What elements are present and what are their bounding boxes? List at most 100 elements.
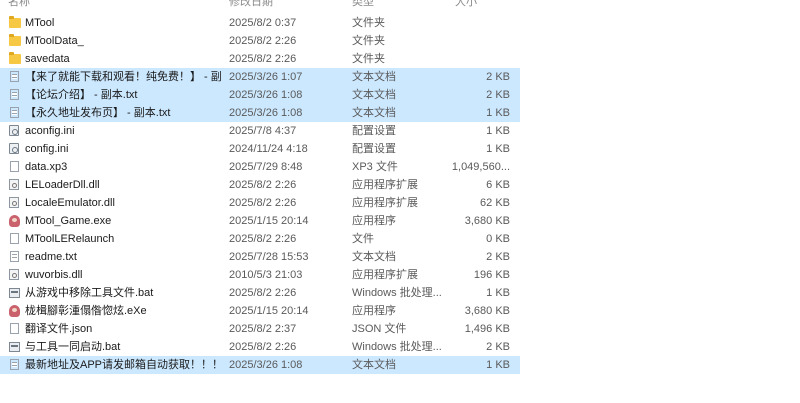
- file-date: 2025/1/15 20:14: [229, 305, 309, 317]
- file-name: readme.txt: [25, 251, 77, 263]
- file-name: 【永久地址发布页】 - 副本.txt: [25, 107, 171, 119]
- file-name: aconfig.ini: [25, 125, 75, 137]
- column-header-type[interactable]: 类型: [352, 0, 374, 9]
- file-name: MTool_Game.exe: [25, 215, 112, 227]
- file-type: 配置设置: [352, 143, 396, 155]
- blank-file-icon: [10, 233, 19, 244]
- file-row[interactable]: 与工具一同启动.bat 2025/8/2 2:26 Windows 批处理... 2 …: [0, 338, 520, 356]
- file-row[interactable]: config.ini 2024/11/24 4:18 配置设置 1 KB: [0, 140, 520, 158]
- file-row[interactable]: LELoaderDll.dll 2025/8/2 2:26 应用程序扩展 6 KB: [0, 176, 520, 194]
- column-header-date[interactable]: 修改日期: [229, 0, 273, 9]
- file-size: 2 KB: [486, 89, 510, 101]
- file-row[interactable]: 从游戏中移除工具文件.bat 2025/8/2 2:26 Windows 批处理..…: [0, 284, 520, 302]
- file-row[interactable]: wuvorbis.dll 2010/5/3 21:03 应用程序扩展 196 KB: [0, 266, 520, 284]
- file-date: 2025/7/29 8:48: [229, 161, 303, 173]
- file-type: JSON 文件: [352, 323, 407, 335]
- file-date: 2025/8/2 2:26: [229, 197, 297, 209]
- file-date: 2024/11/24 4:18: [229, 143, 308, 155]
- file-date: 2025/3/26 1:08: [229, 107, 303, 119]
- file-size: 3,680 KB: [464, 215, 510, 227]
- file-row[interactable]: data.xp3 2025/7/29 8:48 XP3 文件 1,049,560...: [0, 158, 520, 176]
- file-name: 与工具一同启动.bat: [25, 341, 121, 353]
- file-row[interactable]: 【永久地址发布页】 - 副本.txt 2025/3/26 1:08 文本文档 1 KB: [0, 104, 520, 122]
- file-name: MToolData_: [25, 35, 84, 47]
- exe-file-icon: [9, 215, 20, 227]
- folder-icon: [9, 16, 21, 28]
- file-type: 文本文档: [352, 251, 396, 263]
- file-type: 应用程序扩展: [352, 269, 418, 281]
- file-name: savedata: [25, 53, 70, 65]
- file-name: 最新地址及APP请发邮箱自动获取！！！...: [25, 359, 221, 371]
- text-file-icon: [10, 71, 19, 82]
- file-size: 1,049,560...: [451, 161, 510, 173]
- blank-file-icon: [10, 161, 19, 172]
- file-row[interactable]: MTool_Game.exe 2025/1/15 20:14 应用程序 3,680 K…: [0, 212, 520, 230]
- file-type: Windows 批处理...: [352, 287, 442, 299]
- file-row[interactable]: LocaleEmulator.dll 2025/8/2 2:26 应用程序扩展 62 …: [0, 194, 520, 212]
- file-row[interactable]: 栊楫腳彰湩傝偺惚炫.eXe 2025/1/15 20:14 应用程序 3,680 KB: [0, 302, 520, 320]
- text-file-icon: [10, 107, 19, 118]
- file-date: 2025/8/2 2:26: [229, 179, 297, 191]
- folder-icon: [9, 52, 21, 64]
- file-type: 应用程序: [352, 305, 396, 317]
- file-row[interactable]: savedata 2025/8/2 2:26 文件夹: [0, 50, 520, 68]
- file-size: 2 KB: [486, 341, 510, 353]
- file-type: 应用程序扩展: [352, 179, 418, 191]
- file-date: 2025/8/2 2:26: [229, 35, 297, 47]
- file-date: 2025/8/2 0:37: [229, 17, 297, 29]
- folder-icon: [9, 34, 21, 46]
- dll-file-icon: [9, 179, 19, 190]
- file-size: 1,496 KB: [464, 323, 510, 335]
- file-name: 【来了就能下载和观看！纯免费！】 - 副...: [25, 71, 221, 83]
- file-size: 3,680 KB: [464, 305, 510, 317]
- file-date: 2025/8/2 2:26: [229, 53, 297, 65]
- file-name: config.ini: [25, 143, 69, 155]
- file-size: 196 KB: [473, 269, 510, 281]
- file-type: Windows 批处理...: [352, 341, 442, 353]
- file-type: 应用程序: [352, 215, 396, 227]
- file-row[interactable]: 最新地址及APP请发邮箱自动获取！！！... 2025/3/26 1:08 文本文档…: [0, 356, 520, 374]
- file-size: 1 KB: [486, 125, 510, 137]
- file-row[interactable]: readme.txt 2025/7/28 15:53 文本文档 2 KB: [0, 248, 520, 266]
- file-row[interactable]: MToolLERelaunch 2025/8/2 2:26 文件 0 KB: [0, 230, 520, 248]
- file-type: 文本文档: [352, 71, 396, 83]
- file-type: 文本文档: [352, 359, 396, 371]
- file-row[interactable]: 【论坛介绍】 - 副本.txt 2025/3/26 1:08 文本文档 2 KB: [0, 86, 520, 104]
- file-list: MTool 2025/8/2 0:37 文件夹 MToolData_ 2025/8/2 …: [0, 14, 520, 374]
- dll-file-icon: [9, 197, 19, 208]
- file-row[interactable]: 【来了就能下载和观看！纯免费！】 - 副... 2025/3/26 1:07 文本文…: [0, 68, 520, 86]
- file-name: LELoaderDll.dll: [25, 179, 100, 191]
- file-date: 2025/7/8 4:37: [229, 125, 297, 137]
- file-name: data.xp3: [25, 161, 68, 173]
- file-date: 2025/1/15 20:14: [229, 215, 309, 227]
- column-header-size[interactable]: 大小: [455, 0, 477, 9]
- text-file-icon: [10, 251, 19, 262]
- column-header-name[interactable]: 名称: [8, 0, 30, 9]
- file-type: 应用程序扩展: [352, 197, 418, 209]
- file-size: 1 KB: [486, 359, 510, 371]
- file-date: 2025/3/26 1:08: [229, 359, 303, 371]
- file-row[interactable]: aconfig.ini 2025/7/8 4:37 配置设置 1 KB: [0, 122, 520, 140]
- file-size: 0 KB: [486, 233, 510, 245]
- dll-file-icon: [9, 269, 19, 280]
- file-name: 从游戏中移除工具文件.bat: [25, 287, 154, 299]
- file-row[interactable]: 翻译文件.json 2025/8/2 2:37 JSON 文件 1,496 KB: [0, 320, 520, 338]
- file-name: 翻译文件.json: [25, 323, 93, 335]
- file-row[interactable]: MTool 2025/8/2 0:37 文件夹: [0, 14, 520, 32]
- file-type: 配置设置: [352, 125, 396, 137]
- column-header-row: 名称 修改日期 类型 大小: [0, 0, 520, 9]
- file-row[interactable]: MToolData_ 2025/8/2 2:26 文件夹: [0, 32, 520, 50]
- blank-file-icon: [10, 323, 19, 334]
- text-file-icon: [10, 89, 19, 100]
- file-type: 文件夹: [352, 53, 385, 65]
- file-type: 文本文档: [352, 107, 396, 119]
- config-file-icon: [9, 143, 19, 154]
- file-type: 文件夹: [352, 35, 385, 47]
- file-date: 2025/3/26 1:07: [229, 71, 303, 83]
- config-file-icon: [9, 125, 19, 136]
- file-size: 1 KB: [486, 143, 510, 155]
- file-size: 1 KB: [486, 107, 510, 119]
- file-date: 2025/8/2 2:26: [229, 233, 297, 245]
- batch-file-icon: [9, 342, 20, 352]
- file-type: XP3 文件: [352, 161, 398, 173]
